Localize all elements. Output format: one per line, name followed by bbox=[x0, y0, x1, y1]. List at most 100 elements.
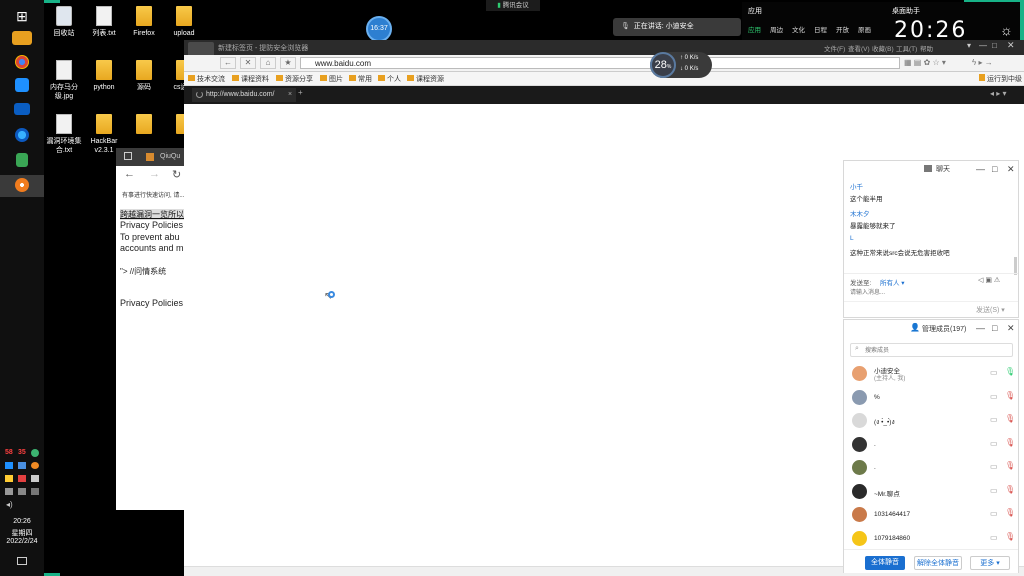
member-row[interactable]: 小迪安全 (主持人, 我) ▭ 🎙 bbox=[852, 364, 1015, 384]
unmute-all-button[interactable]: 解除全体静音 bbox=[914, 556, 962, 570]
microphone-muted-icon[interactable]: 🎙 bbox=[1005, 438, 1015, 447]
member-row[interactable]: (ง •̀_•́)ง ▭ 🎙 bbox=[852, 411, 1015, 431]
tray-volume-icon[interactable]: ◂) bbox=[6, 500, 13, 509]
file-explorer-icon[interactable] bbox=[12, 31, 32, 45]
microphone-icon[interactable]: 🎙 bbox=[1005, 367, 1015, 376]
clock-widget-menu-item[interactable]: 原画 bbox=[858, 24, 871, 34]
microphone-muted-icon[interactable]: 🎙 bbox=[1005, 391, 1015, 400]
chat-close-icon[interactable]: ✕ bbox=[1007, 164, 1015, 175]
chat-maximize-icon[interactable]: □ bbox=[992, 164, 997, 174]
member-row[interactable]: 1031464417 ▭ 🎙 bbox=[852, 505, 1015, 525]
chat-input[interactable] bbox=[850, 288, 1010, 298]
meeting-bar[interactable]: ▮ 腾讯会议 bbox=[486, 0, 540, 11]
microphone-muted-icon[interactable]: 🎙 bbox=[1005, 414, 1015, 423]
tray-app-icon-3[interactable] bbox=[31, 462, 39, 469]
favorite-item[interactable]: 课程资料 bbox=[232, 74, 269, 84]
member-search[interactable]: ⌕ bbox=[850, 343, 1013, 357]
desktop-icon[interactable]: 源码 bbox=[122, 60, 166, 92]
browser-app-icon[interactable] bbox=[15, 178, 29, 192]
forward-button[interactable]: ✕ bbox=[240, 57, 256, 69]
more-button[interactable]: 更多 ▾ bbox=[970, 556, 1010, 570]
back-button[interactable]: ← bbox=[220, 57, 236, 69]
tab-close-icon[interactable]: × bbox=[288, 88, 292, 102]
taskbar-time[interactable]: 20:26 bbox=[0, 518, 44, 525]
tray-keyboard-icon[interactable] bbox=[18, 488, 26, 495]
favorite-item[interactable]: 课程资源 bbox=[407, 74, 444, 84]
chat-message-user[interactable]: 小千 bbox=[850, 181, 863, 191]
video-icon[interactable]: ▭ bbox=[990, 392, 998, 401]
close-icon[interactable]: ✕ bbox=[1007, 40, 1015, 51]
favorite-button[interactable]: ★ bbox=[280, 57, 296, 69]
desktop-icon[interactable]: 内存马分级.jpg bbox=[42, 60, 86, 101]
video-icon[interactable]: ▭ bbox=[990, 462, 998, 471]
video-icon[interactable]: ▭ bbox=[990, 439, 998, 448]
tray-app-icon-5[interactable] bbox=[31, 475, 39, 482]
toolbar-extension-icons[interactable]: ▦ ▤ ✿ ☆ ▾ bbox=[904, 58, 964, 68]
toolbar-arrow-icon[interactable]: ϟ ▸ → bbox=[972, 58, 993, 67]
chat-minimize-icon[interactable]: — bbox=[976, 164, 985, 174]
browser-menu-item[interactable]: 查看(V) bbox=[848, 43, 870, 53]
chat-message-user[interactable]: L bbox=[850, 235, 854, 242]
send-to-select[interactable]: 所有人 ▾ bbox=[880, 277, 905, 287]
desktop-icon[interactable]: 漏洞环境集合.txt bbox=[42, 114, 86, 155]
sun-icon[interactable]: ☼ bbox=[1000, 22, 1013, 38]
timer-badge[interactable]: 16:37 bbox=[366, 16, 392, 42]
pin-icon[interactable]: ▾ bbox=[967, 41, 971, 50]
tray-shield-icon[interactable] bbox=[31, 449, 39, 457]
member-row[interactable]: . ▭ 🎙 bbox=[852, 458, 1015, 478]
tab-nav-icons[interactable]: ◂ ▸ ▾ bbox=[990, 89, 1007, 98]
clock-widget-menu-item[interactable]: 应用 bbox=[748, 24, 761, 34]
browser-menu-item[interactable]: 收藏(B) bbox=[872, 43, 894, 53]
background-tab-title[interactable]: QiuQu bbox=[160, 153, 180, 160]
video-icon[interactable]: ▭ bbox=[990, 368, 998, 377]
video-icon[interactable]: ▭ bbox=[990, 509, 998, 518]
members-minimize-icon[interactable]: — bbox=[976, 323, 985, 333]
tray-app-icon-2[interactable] bbox=[18, 462, 26, 469]
tray-display-icon[interactable] bbox=[31, 488, 39, 495]
taskbar-date[interactable]: 2022/2/24 bbox=[0, 538, 44, 545]
favorite-item[interactable]: 技术交流 bbox=[188, 74, 225, 84]
member-row[interactable]: 1079184860 ▭ 🎙 bbox=[852, 529, 1015, 549]
microphone-muted-icon[interactable]: 🎙 bbox=[1005, 485, 1015, 494]
desktop-icon[interactable]: python bbox=[82, 60, 126, 92]
reload-icon[interactable]: ↻ bbox=[172, 168, 181, 181]
desktop-icon[interactable] bbox=[122, 114, 166, 137]
image-viewer-icon[interactable] bbox=[16, 153, 28, 167]
member-row[interactable]: . ▭ 🎙 bbox=[852, 435, 1015, 455]
browser-menu-item[interactable]: 帮助 bbox=[920, 43, 933, 53]
desktop-icon[interactable]: upload bbox=[162, 6, 206, 38]
minimize-icon[interactable]: — bbox=[979, 41, 987, 50]
mail-icon[interactable] bbox=[14, 103, 30, 115]
tray-app-icon-4[interactable] bbox=[18, 475, 26, 482]
clock-widget-menu-item[interactable]: 文化 bbox=[792, 24, 805, 34]
chat-tool-icons[interactable]: ◁ ▣ ⚠ bbox=[978, 276, 1000, 284]
favorite-item[interactable]: 个人 bbox=[378, 74, 401, 84]
desktop-icon[interactable]: 回收站 bbox=[42, 6, 86, 38]
favorites-right[interactable]: 运行到中级 bbox=[979, 74, 1022, 84]
clock-widget-menu-item[interactable]: 开放 bbox=[836, 24, 849, 34]
video-icon[interactable]: ▭ bbox=[990, 533, 998, 542]
send-button[interactable]: 发送(S) ▾ bbox=[976, 305, 1005, 315]
chat-message-user[interactable]: 木木夕 bbox=[850, 208, 870, 218]
desktop-icon[interactable]: Firefox bbox=[122, 6, 166, 38]
pin-app-icon[interactable] bbox=[15, 78, 29, 92]
clock-widget-menu-item[interactable]: 周边 bbox=[770, 24, 783, 34]
browser-menu-item[interactable]: 文件(F) bbox=[824, 43, 845, 53]
tray-app-icon-1[interactable] bbox=[5, 462, 13, 469]
active-tab[interactable]: http://www.baidu.com/ × bbox=[192, 88, 296, 102]
tray-gear-icon[interactable] bbox=[5, 475, 13, 482]
member-search-input[interactable] bbox=[865, 346, 1005, 355]
microphone-muted-icon[interactable]: 🎙 bbox=[1005, 508, 1015, 517]
notification-icon[interactable] bbox=[17, 557, 27, 565]
edge-icon[interactable] bbox=[15, 128, 29, 142]
browser-menu-item[interactable]: 工具(T) bbox=[896, 43, 917, 53]
desktop-icon[interactable]: 列表.txt bbox=[82, 6, 126, 38]
home-button[interactable]: ⌂ bbox=[260, 57, 276, 69]
address-bar[interactable]: www.baidu.com bbox=[300, 57, 900, 69]
maximize-icon[interactable]: □ bbox=[992, 41, 997, 50]
member-row[interactable]: ~Mr.聊点 ▭ 🎙 bbox=[852, 482, 1015, 502]
mute-all-button[interactable]: 全体静音 bbox=[865, 556, 905, 570]
network-monitor[interactable]: 28% ↑ 0 K/s ↓ 0 K/s bbox=[650, 52, 712, 78]
taskbar-weekday[interactable]: 星期四 bbox=[0, 528, 44, 538]
new-tab-icon[interactable]: + bbox=[298, 88, 303, 97]
